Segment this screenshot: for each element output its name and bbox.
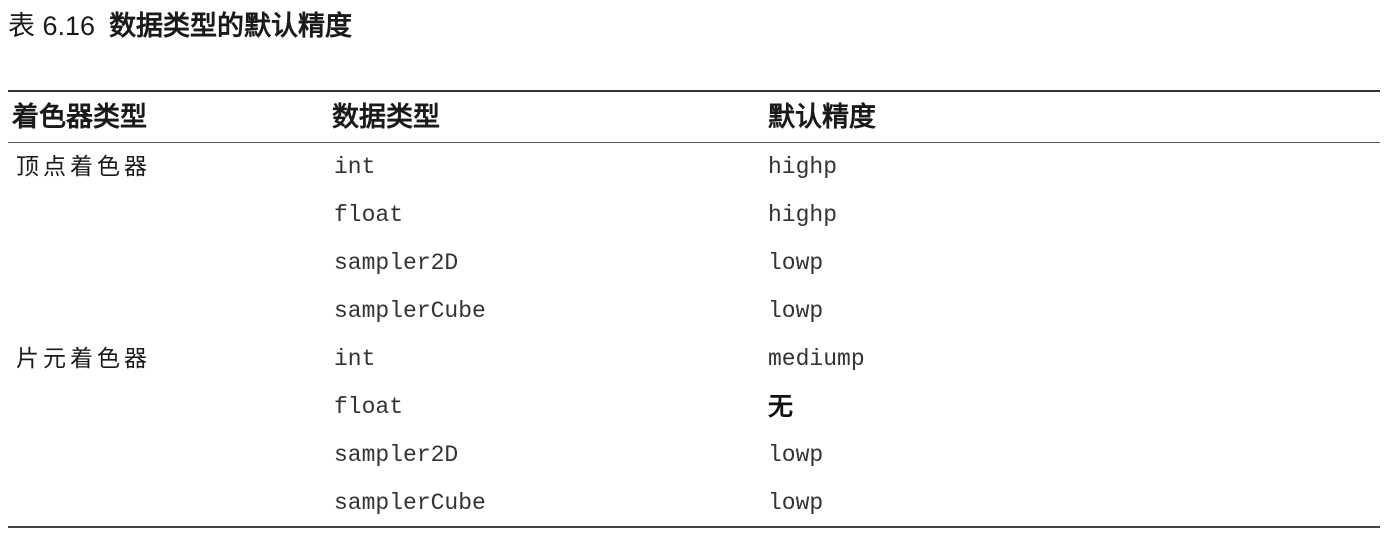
table-top-rule [8,90,1380,92]
precision-cell: lowp [768,298,824,324]
precision-cell: highp [768,154,838,180]
precision-cell: mediump [768,346,865,372]
table-row: float highp [0,191,1390,239]
precision-cell: lowp [768,442,824,468]
table-row: 顶点着色器 int highp [0,143,1390,191]
data-type-cell: sampler2D [334,250,459,276]
precision-cell: lowp [768,250,824,276]
shader-type-cell: 顶点着色器 [16,154,151,180]
data-type-cell: float [334,202,404,228]
data-type-cell: sampler2D [334,442,459,468]
table-title: 数据类型的默认精度 [109,11,353,42]
header-data-type: 数据类型 [332,102,440,133]
data-type-cell: samplerCube [334,490,486,516]
precision-cell: highp [768,202,838,228]
table-row: float 无 [0,383,1390,431]
header-default-precision: 默认精度 [768,102,876,133]
data-type-cell: int [334,154,376,180]
table-row: sampler2D lowp [0,239,1390,287]
table-caption: 表 6.16 数据类型的默认精度 [8,6,352,46]
table-row: samplerCube lowp [0,479,1390,527]
data-type-cell: float [334,394,404,420]
precision-cell: lowp [768,490,824,516]
table-row: sampler2D lowp [0,431,1390,479]
data-type-cell: samplerCube [334,298,486,324]
header-shader-type: 着色器类型 [12,102,147,133]
table-number: 表 6.16 [8,11,96,41]
table-bottom-rule [8,526,1380,528]
table-row: 片元着色器 int mediump [0,335,1390,383]
shader-type-cell: 片元着色器 [16,346,151,372]
table-row: samplerCube lowp [0,287,1390,335]
data-type-cell: int [334,346,376,372]
precision-cell: 无 [768,392,794,421]
